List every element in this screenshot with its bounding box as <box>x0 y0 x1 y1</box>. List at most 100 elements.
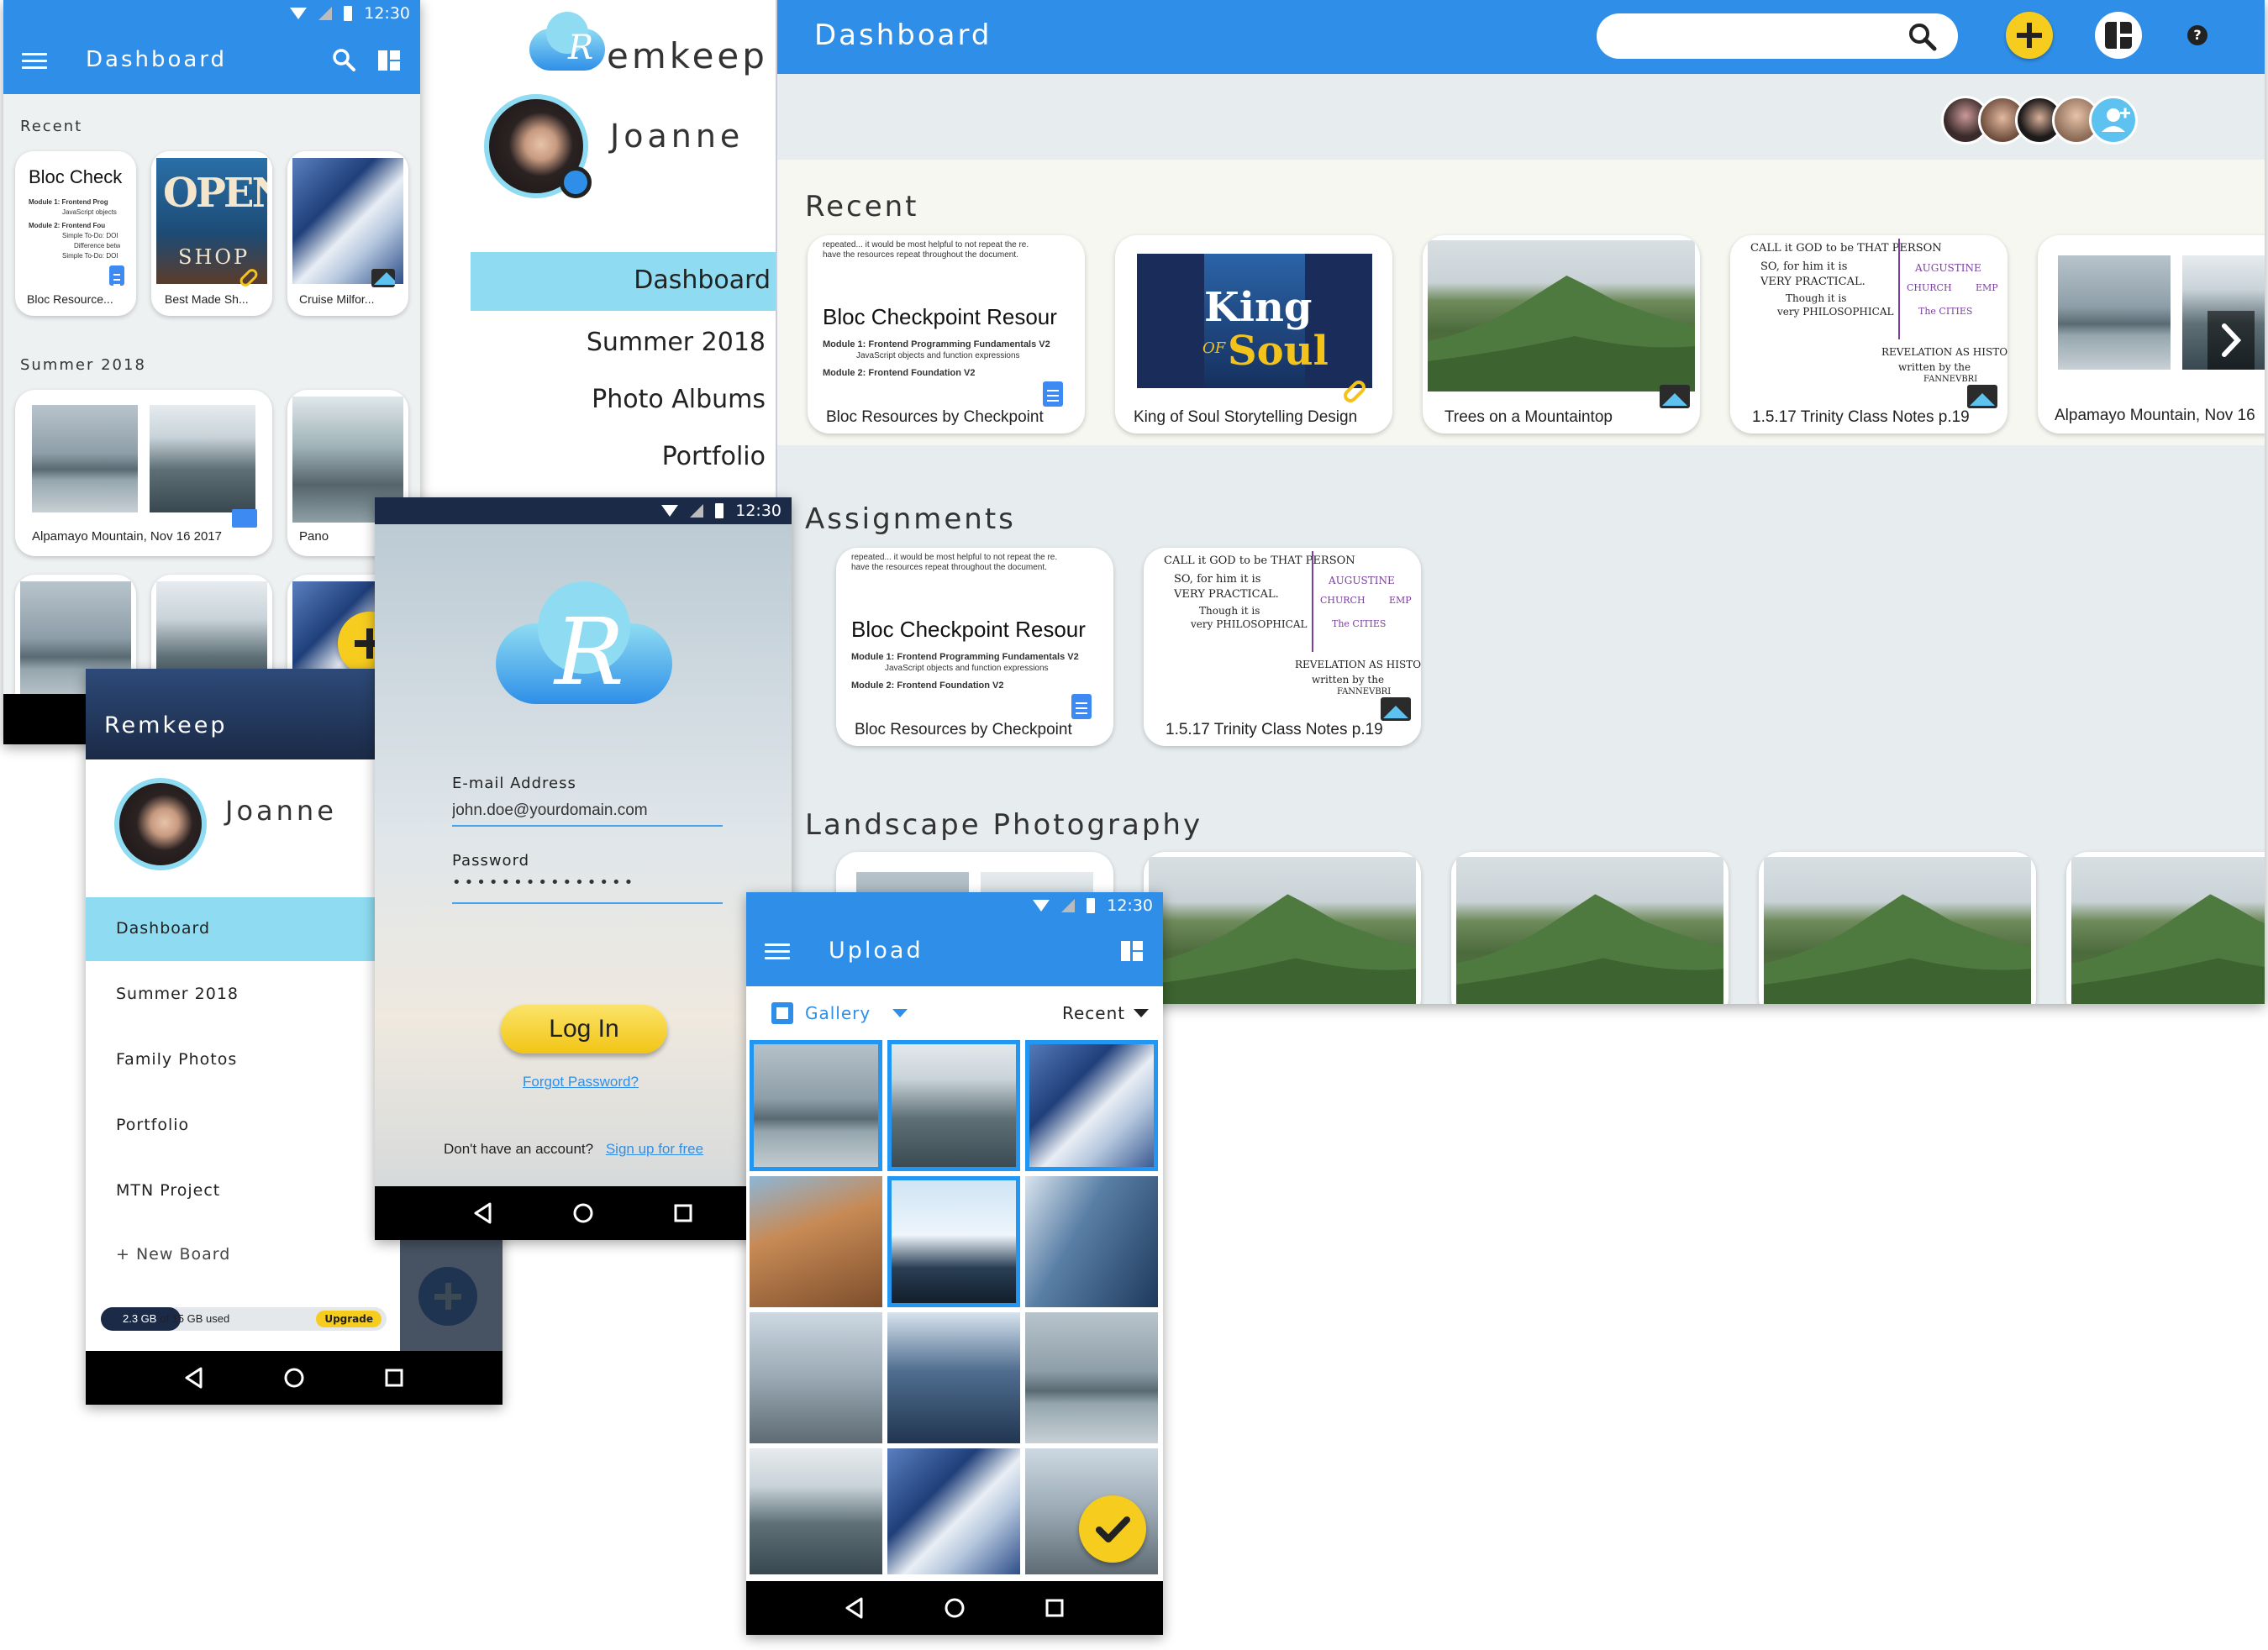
photo-tile-selected[interactable] <box>750 1040 882 1171</box>
card-caption: Bloc Resource... <box>27 292 113 306</box>
drawer-item-portfolio[interactable]: Portfolio <box>662 442 766 471</box>
recent-heading: Recent <box>805 190 919 223</box>
note-line: VERY PRACTICAL. <box>1174 588 1279 601</box>
add-button[interactable] <box>2006 12 2053 59</box>
new-board-button[interactable]: + New Board <box>116 1245 230 1264</box>
landscape-card[interactable] <box>1144 852 1421 1004</box>
drawer-item-family[interactable]: Family Photos <box>116 1050 237 1069</box>
recents-icon[interactable] <box>671 1201 695 1225</box>
album-photo <box>32 405 138 512</box>
photo-tile[interactable] <box>750 1176 882 1307</box>
photo-tile-selected[interactable] <box>887 1040 1020 1171</box>
signup-link[interactable]: Sign up for free <box>606 1141 703 1157</box>
source-selector[interactable]: Gallery <box>771 996 908 1030</box>
battery-icon <box>344 6 353 21</box>
no-account-text: Don't have an account? <box>444 1141 594 1157</box>
forgot-password-link[interactable]: Forgot Password? <box>523 1074 639 1090</box>
logo-letter: R <box>568 29 594 67</box>
help-button[interactable]: ? <box>2177 15 2218 55</box>
drawer-item-portfolio[interactable]: Portfolio <box>116 1116 189 1134</box>
back-icon[interactable] <box>182 1366 206 1390</box>
settings-icon[interactable] <box>560 166 592 198</box>
recents-icon[interactable] <box>382 1366 406 1390</box>
search-icon[interactable] <box>331 47 356 72</box>
password-value: ••••••••••••••• <box>452 874 637 891</box>
landscape-card[interactable] <box>1759 852 2036 1004</box>
back-icon[interactable] <box>471 1201 495 1225</box>
storage-text: 2.3 GB of 15 GB used <box>123 1312 229 1325</box>
recent-card-doc[interactable]: Bloc Check Module 1: Frontend Prog JavaS… <box>15 151 136 316</box>
recent-card-notes[interactable]: CALL it GOD to be THAT PERSON SO, for hi… <box>1730 235 2008 434</box>
note-line: CALL it GOD to be THAT PERSON <box>1750 242 1942 255</box>
photo-tile[interactable] <box>750 1312 882 1443</box>
note-line: Though it is <box>1199 605 1260 617</box>
doc-line: Module 2: Frontend Foundation V2 <box>823 368 976 378</box>
assignment-card-doc[interactable]: repeated... it would be most helpful to … <box>836 548 1113 746</box>
confirm-button[interactable] <box>1079 1495 1146 1563</box>
status-time: 12:30 <box>735 502 781 520</box>
photo-tile-selected[interactable] <box>887 1176 1020 1307</box>
scroll-next-button[interactable] <box>2207 311 2255 370</box>
landscape-card[interactable] <box>1451 852 1729 1004</box>
drawer-item-mtn[interactable]: MTN Project <box>116 1181 220 1200</box>
recent-card-photo[interactable]: Cruise Milfor... <box>287 151 408 316</box>
photo-tile[interactable] <box>750 1448 882 1574</box>
recent-card-doc[interactable]: repeated... it would be most helpful to … <box>808 235 1085 434</box>
recent-card-poster[interactable]: King OF Soul King of Soul Storytelling D… <box>1115 235 1392 434</box>
note-line: Though it is <box>1786 292 1847 304</box>
document-icon <box>1043 381 1063 407</box>
card-caption: Bloc Resources by Checkpoint <box>855 721 1072 738</box>
mountain-photo <box>1149 857 1416 1004</box>
drawer-item-albums[interactable]: Photo Albums <box>592 385 766 414</box>
mountain-photo <box>1764 857 2031 1004</box>
home-icon[interactable] <box>282 1366 306 1390</box>
home-icon[interactable] <box>943 1596 966 1620</box>
recent-card-photo[interactable]: OPEN SHOP Best Made Sh... <box>151 151 272 316</box>
login-button[interactable]: Log In <box>501 1005 667 1054</box>
email-label: E-mail Address <box>452 775 576 792</box>
fab-add-button[interactable] <box>418 1267 477 1326</box>
grid-layout-icon[interactable] <box>1121 941 1143 961</box>
photo-tile[interactable] <box>1025 1176 1158 1307</box>
photo-tile[interactable] <box>1025 1312 1158 1443</box>
grid-layout-icon[interactable] <box>378 50 400 71</box>
mountain-photo <box>1428 240 1695 391</box>
recents-icon[interactable] <box>1043 1596 1066 1620</box>
password-field[interactable]: ••••••••••••••• <box>452 874 723 904</box>
photo-tile-selected[interactable] <box>1025 1040 1158 1171</box>
home-icon[interactable] <box>571 1201 595 1225</box>
doc-line: JavaScript objects <box>62 208 117 216</box>
search-input[interactable] <box>1597 13 1958 59</box>
logo-text: emkeep <box>607 35 768 76</box>
menu-button[interactable] <box>22 49 47 76</box>
card-caption: Bloc Resources by Checkpoint <box>826 408 1044 426</box>
note-line: FANNEVBRI <box>1337 687 1392 696</box>
search-icon[interactable] <box>1908 22 1938 52</box>
doc-line: Module 1: Frontend Programming Fundament… <box>823 339 1050 349</box>
drawer-item-active[interactable]: Dashboard <box>86 897 400 961</box>
drawer-item-summer[interactable]: Summer 2018 <box>116 985 239 1003</box>
back-icon[interactable] <box>843 1596 866 1620</box>
photo-tile[interactable] <box>887 1312 1020 1443</box>
status-time: 12:30 <box>364 4 410 23</box>
menu-button[interactable] <box>765 939 790 967</box>
upgrade-button[interactable]: Upgrade <box>316 1311 382 1327</box>
drawer-item-active[interactable]: Dashboard <box>471 252 776 311</box>
landscape-card[interactable] <box>2066 852 2265 1004</box>
system-nav-bar <box>375 1186 792 1240</box>
photo-tile[interactable] <box>887 1448 1020 1574</box>
search-field[interactable] <box>1613 22 1899 50</box>
password-label: Password <box>452 852 530 870</box>
summer-heading: Summer 2018 <box>20 356 146 374</box>
summer-card-album[interactable]: Alpamayo Mountain, Nov 16 2017 <box>15 390 272 556</box>
add-collaborator-button[interactable] <box>2089 96 2138 145</box>
assignment-card-notes[interactable]: CALL it GOD to be THAT PERSON SO, for hi… <box>1144 548 1421 746</box>
drawer-item-summer[interactable]: Summer 2018 <box>587 328 766 357</box>
sort-selector[interactable]: Recent <box>1062 996 1150 1030</box>
album-photo <box>150 405 255 512</box>
email-field[interactable] <box>452 796 723 827</box>
recent-card-photo[interactable]: Trees on a Mountaintop <box>1423 235 1700 434</box>
avatar[interactable] <box>114 778 207 870</box>
layout-toggle-button[interactable] <box>2095 12 2142 59</box>
desktop-title: Dashboard <box>814 18 992 52</box>
